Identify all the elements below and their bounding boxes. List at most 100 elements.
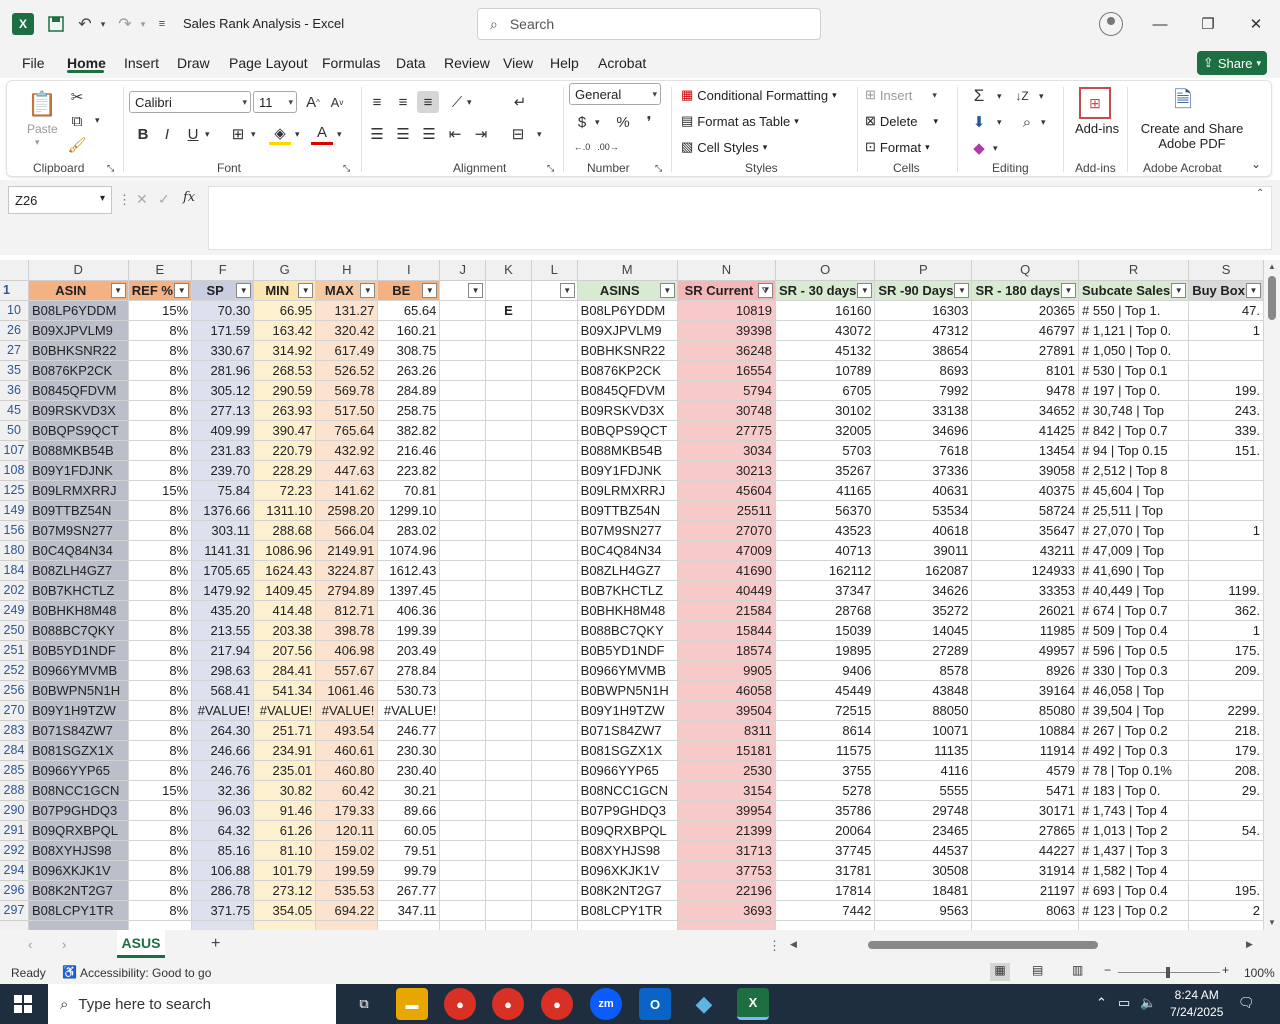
- cell[interactable]: [485, 560, 532, 581]
- align-center-icon[interactable]: ☰: [393, 123, 413, 145]
- zoom-app-icon[interactable]: zm: [590, 988, 622, 1020]
- chrome-icon[interactable]: ●: [444, 988, 476, 1020]
- cell[interactable]: 43072: [775, 320, 876, 341]
- filter-dropdown-icon[interactable]: ▼: [110, 282, 126, 298]
- cell[interactable]: [485, 740, 532, 761]
- cell[interactable]: 5471: [971, 780, 1080, 801]
- cell[interactable]: [439, 820, 487, 841]
- filter-dropdown-icon[interactable]: ▼: [659, 282, 675, 298]
- header-cell[interactable]: [485, 280, 532, 301]
- cell[interactable]: 29748: [874, 800, 973, 821]
- cell[interactable]: B0BHKH8M48: [577, 600, 678, 621]
- cell[interactable]: 20064: [775, 820, 876, 841]
- cell[interactable]: 56370: [775, 500, 876, 521]
- excel-taskbar-icon[interactable]: X: [737, 988, 769, 1020]
- cell[interactable]: 47.: [1188, 300, 1264, 321]
- clear-icon[interactable]: ◆: [969, 137, 989, 159]
- cell[interactable]: 31781: [775, 860, 876, 881]
- cell[interactable]: 47312: [874, 320, 973, 341]
- cell[interactable]: 1141.31: [191, 540, 255, 561]
- cell[interactable]: 432.92: [315, 440, 379, 461]
- cell[interactable]: 812.71: [315, 600, 379, 621]
- cell[interactable]: 46797: [971, 320, 1080, 341]
- cell[interactable]: [439, 920, 487, 930]
- header-cell[interactable]: BE ▼: [377, 280, 441, 301]
- column-header[interactable]: G: [253, 260, 317, 281]
- cell[interactable]: 34696: [874, 420, 973, 441]
- expand-formula-icon[interactable]: ⌃: [1256, 188, 1264, 199]
- cell[interactable]: B088BC7QKY: [577, 620, 678, 641]
- cell[interactable]: [531, 440, 578, 461]
- cell[interactable]: 9905: [677, 660, 776, 681]
- cell[interactable]: [1188, 680, 1264, 701]
- cell[interactable]: [485, 320, 532, 341]
- find-select-icon[interactable]: ⌕: [1017, 111, 1037, 133]
- cell[interactable]: B09LRMXRRJ: [28, 480, 129, 501]
- cell[interactable]: 39954: [677, 800, 776, 821]
- font-size-combo[interactable]: 11 ▾: [253, 91, 297, 113]
- cell[interactable]: 243.: [1188, 400, 1264, 421]
- row-header[interactable]: 156: [0, 520, 29, 541]
- cell[interactable]: 40375: [971, 480, 1080, 501]
- column-header[interactable]: J: [439, 260, 487, 281]
- cell[interactable]: [531, 620, 578, 641]
- cell[interactable]: 8%: [128, 440, 193, 461]
- filter-dropdown-icon[interactable]: ▼: [857, 282, 873, 298]
- sheet-table[interactable]: D E F G H I J K L M N O P Q R S 1 ASIN ▼ REF % ▼ SP ▼ MIN ▼ MAX ▼ B…: [0, 260, 1264, 930]
- cell[interactable]: B08XYHJS98: [577, 840, 678, 861]
- cell[interactable]: 286.78: [191, 880, 255, 901]
- find-dropdown-icon[interactable]: ▾: [1041, 117, 1046, 128]
- volume-icon[interactable]: 🔈: [1140, 995, 1156, 1011]
- cell[interactable]: 65.64: [377, 300, 441, 321]
- cell[interactable]: # 25,511 | Top: [1078, 500, 1190, 521]
- autosum-icon[interactable]: Σ: [969, 85, 989, 107]
- row-header[interactable]: 108: [0, 460, 29, 481]
- cell[interactable]: [531, 780, 578, 801]
- cell[interactable]: B096XKJK1V: [28, 860, 129, 881]
- collapse-ribbon-icon[interactable]: ⌄: [1251, 157, 1261, 171]
- number-format-combo[interactable]: General ▾: [569, 83, 661, 105]
- cell[interactable]: 362.: [1188, 600, 1264, 621]
- network-icon[interactable]: ▭: [1118, 995, 1130, 1011]
- cell[interactable]: 1397.45: [377, 580, 441, 601]
- cell[interactable]: # 30,748 | Top: [1078, 400, 1190, 421]
- cell[interactable]: [28, 920, 129, 930]
- cell[interactable]: 382.82: [377, 420, 441, 441]
- redo-icon[interactable]: ↷: [114, 12, 136, 36]
- cell[interactable]: 89.66: [377, 800, 441, 821]
- cell[interactable]: 1311.10: [253, 500, 317, 521]
- cell[interactable]: [439, 480, 487, 501]
- cell[interactable]: 66.95: [253, 300, 317, 321]
- cell[interactable]: [439, 740, 487, 761]
- cell[interactable]: B088BC7QKY: [28, 620, 129, 641]
- cell[interactable]: 517.50: [315, 400, 379, 421]
- cell[interactable]: B0B5YD1NDF: [577, 640, 678, 661]
- cell[interactable]: [531, 580, 578, 601]
- cell[interactable]: [1188, 500, 1264, 521]
- cell[interactable]: 1: [1188, 320, 1264, 341]
- cell[interactable]: 217.94: [191, 640, 255, 661]
- cell[interactable]: 8%: [128, 320, 193, 341]
- cell[interactable]: # 47,009 | Top: [1078, 540, 1190, 561]
- cell[interactable]: B0B5YD1NDF: [28, 640, 129, 661]
- cell[interactable]: 5703: [775, 440, 876, 461]
- row-header[interactable]: 125: [0, 480, 29, 501]
- cell[interactable]: B09LRMXRRJ: [577, 480, 678, 501]
- row-header[interactable]: 284: [0, 740, 29, 761]
- cell[interactable]: 99.79: [377, 860, 441, 881]
- cell[interactable]: 2299.: [1188, 700, 1264, 721]
- cell[interactable]: 8%: [128, 380, 193, 401]
- row-header[interactable]: 107: [0, 440, 29, 461]
- orientation-icon[interactable]: ⟋: [447, 91, 467, 113]
- cell[interactable]: 390.47: [253, 420, 317, 441]
- formula-input[interactable]: [208, 186, 1272, 250]
- cell[interactable]: 91.46: [253, 800, 317, 821]
- cell[interactable]: 568.41: [191, 680, 255, 701]
- cell[interactable]: [531, 300, 578, 321]
- column-header[interactable]: S: [1188, 260, 1264, 281]
- cell[interactable]: [1188, 540, 1264, 561]
- cell[interactable]: 160.21: [377, 320, 441, 341]
- cell[interactable]: [439, 620, 487, 641]
- cell[interactable]: [775, 920, 876, 930]
- cell[interactable]: [677, 920, 776, 930]
